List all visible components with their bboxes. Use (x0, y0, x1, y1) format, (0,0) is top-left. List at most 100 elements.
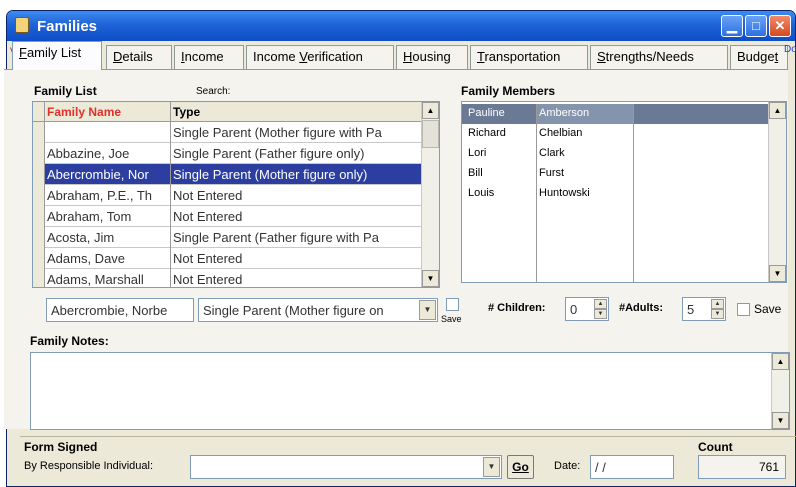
column-header-family-name[interactable]: Family Name (45, 102, 171, 122)
family-name-cell: Adams, Dave (45, 248, 171, 269)
arrow-up-icon: ▲ (773, 106, 782, 115)
family-name-cell: Acosta, Jim (45, 227, 171, 248)
go-button[interactable]: Go (507, 455, 534, 479)
table-row[interactable]: Acosta, Jim Single Parent (Father figure… (33, 227, 421, 248)
tab-label: Budge (737, 49, 775, 64)
tab-label-underline: F (19, 45, 27, 60)
close-icon: ✕ (774, 18, 786, 33)
family-type-cell: Single Parent (Father figure only) (173, 146, 365, 161)
member-last-name: Huntowski (536, 184, 634, 204)
row-selector[interactable] (33, 122, 45, 143)
row-selector[interactable] (33, 164, 45, 185)
family-type-cell: Single Parent (Father figure with Pa (173, 230, 379, 245)
scroll-down-button[interactable]: ▼ (769, 265, 786, 282)
arrow-up-icon: ▲ (597, 301, 604, 307)
table-row[interactable]: Abbazine, Joe Single Parent (Father figu… (33, 143, 421, 164)
chevron-down-icon: ▼ (423, 305, 432, 314)
tab-transportation[interactable]: Transportation (470, 45, 588, 69)
children-decrement[interactable]: ▼ (594, 309, 607, 319)
family-list-grid[interactable]: Family Name Type Single Parent (Mother f… (32, 101, 440, 288)
save-counts-label: Save (754, 302, 782, 316)
responsible-individual-select[interactable]: ▼ (190, 455, 502, 479)
arrow-down-icon: ▼ (776, 416, 785, 425)
family-members-list[interactable]: Pauline Amberson Richard Chelbian Lori C… (461, 101, 787, 283)
adults-spinner[interactable]: 5 ▲ ▼ (682, 297, 726, 321)
family-type-dropdown-button[interactable]: ▼ (419, 300, 436, 320)
member-first-name: Louis (468, 187, 495, 199)
row-selector[interactable] (33, 185, 45, 206)
header-selector-cell (33, 102, 45, 122)
table-row[interactable]: Adams, Dave Not Entered (33, 248, 421, 269)
member-row[interactable]: Louis Huntowski (462, 184, 768, 204)
family-name-cell: Abraham, Tom (45, 206, 171, 227)
row-selector[interactable] (33, 206, 45, 227)
member-first-name: Richard (468, 127, 506, 139)
adults-value: 5 (687, 302, 695, 317)
table-row[interactable]: Adams, Marshall Not Entered (33, 269, 421, 287)
tab-budget[interactable]: Budget (730, 45, 788, 69)
family-type-cell: Single Parent (Mother figure with Pa (173, 125, 382, 140)
table-row[interactable]: Abraham, Tom Not Entered (33, 206, 421, 227)
family-name-field[interactable]: Abercrombie, Norbe (46, 298, 194, 322)
arrow-down-icon: ▼ (714, 311, 721, 317)
responsible-individual-dropdown-button[interactable]: ▼ (483, 457, 500, 477)
scroll-down-button[interactable]: ▼ (422, 270, 439, 287)
member-row[interactable]: Bill Furst (462, 164, 768, 184)
family-name-cell: Abercrombie, Nor (45, 164, 171, 185)
member-row[interactable]: Richard Chelbian (462, 124, 768, 144)
save-type-checkbox[interactable] (446, 298, 459, 311)
arrow-up-icon: ▲ (776, 357, 785, 366)
scroll-down-button[interactable]: ▼ (772, 412, 789, 429)
title-bar[interactable]: Families ▁ □ ✕ (7, 11, 795, 41)
tab-strengths-needs[interactable]: Strengths/Needs (590, 45, 728, 69)
member-first-name: Lori (468, 147, 487, 159)
row-selector[interactable] (33, 248, 45, 269)
arrow-up-icon: ▲ (714, 301, 721, 307)
tab-income[interactable]: Income (174, 45, 244, 69)
children-increment[interactable]: ▲ (594, 299, 607, 309)
table-row[interactable]: Abraham, P.E., Th Not Entered (33, 185, 421, 206)
tab-family-list[interactable]: Family List (12, 41, 102, 70)
adults-increment[interactable]: ▲ (711, 299, 724, 309)
minimize-button[interactable]: ▁ (721, 15, 743, 37)
app-icon (15, 17, 29, 33)
scroll-up-button[interactable]: ▲ (772, 353, 789, 370)
arrow-down-icon: ▼ (597, 311, 604, 317)
column-header-type[interactable]: Type (171, 102, 421, 122)
window-title: Families (37, 18, 98, 35)
family-list-scrollbar[interactable]: ▲ ▼ (421, 102, 439, 287)
family-members-scrollbar[interactable]: ▲ ▼ (768, 102, 786, 282)
row-selector[interactable] (33, 227, 45, 248)
notes-scrollbar[interactable]: ▲ ▼ (771, 353, 789, 429)
family-type-select[interactable]: Single Parent (Mother figure on ▼ (198, 298, 438, 322)
family-notes-textarea[interactable]: ▲ ▼ (30, 352, 790, 430)
tab-label: ransportation (484, 49, 561, 64)
table-row[interactable]: Single Parent (Mother figure with Pa (33, 122, 421, 143)
tab-label: etails (122, 49, 153, 64)
doc-label: Doc (784, 44, 796, 55)
row-selector[interactable] (33, 269, 45, 287)
arrow-down-icon: ▼ (426, 274, 435, 283)
member-row[interactable]: Lori Clark (462, 144, 768, 164)
member-last-name-column (536, 204, 634, 282)
tab-label: trengths/Needs (605, 49, 694, 64)
tab-label-underline: t (774, 49, 779, 64)
count-value: 761 (698, 455, 786, 479)
row-selector[interactable] (33, 143, 45, 164)
tab-housing[interactable]: Housing (396, 45, 468, 69)
table-row-selected[interactable]: Abercrombie, Nor Single Parent (Mother f… (33, 164, 421, 185)
date-field[interactable]: / / (590, 455, 674, 479)
maximize-button[interactable]: □ (745, 15, 767, 37)
scroll-up-button[interactable]: ▲ (769, 102, 786, 119)
scroll-thumb[interactable] (422, 120, 439, 148)
tab-label-underline: S (597, 49, 606, 64)
adults-decrement[interactable]: ▼ (711, 309, 724, 319)
scroll-up-button[interactable]: ▲ (422, 102, 439, 119)
divider (20, 436, 796, 437)
tab-details[interactable]: Details (106, 45, 172, 69)
children-spinner[interactable]: 0 ▲ ▼ (565, 297, 609, 321)
member-row-selected[interactable]: Pauline Amberson (462, 104, 768, 124)
tab-income-verification[interactable]: Income Verification (246, 45, 394, 69)
close-button[interactable]: ✕ (769, 15, 791, 37)
save-counts-checkbox[interactable] (737, 303, 750, 316)
